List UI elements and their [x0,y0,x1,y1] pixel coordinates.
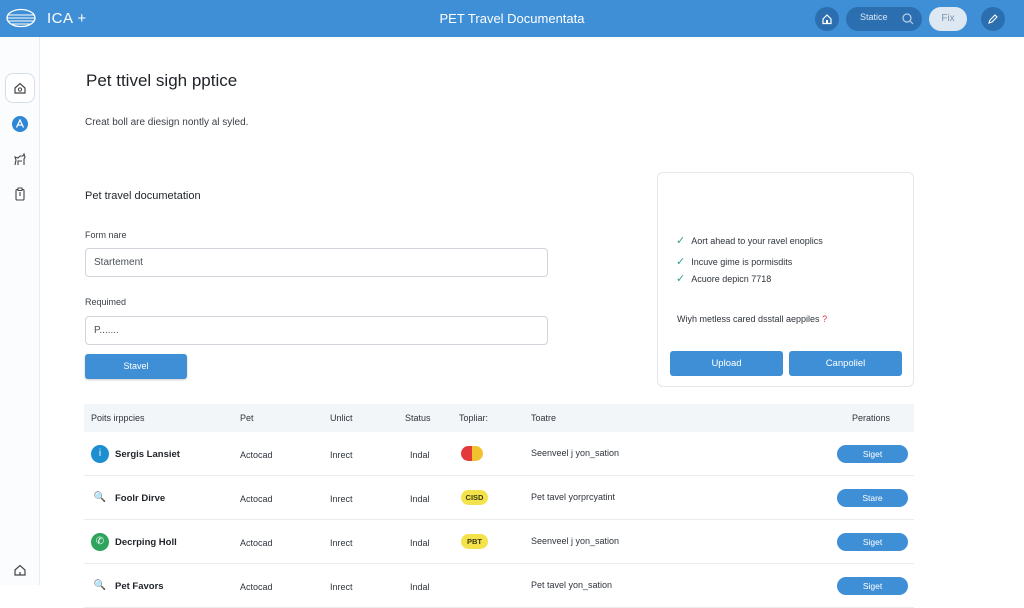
column-header[interactable]: Perations [852,413,890,423]
panel-question-text: Wiyh metless cared dsstall aeppiles [677,314,820,324]
sidebar [0,37,40,585]
cell-name: Foolr Dirve [115,493,166,504]
row-action-button[interactable]: Siget [837,445,908,463]
home-icon [822,14,832,25]
checklist-item-label: Aort ahead to your ravel enoplics [691,235,823,246]
home-button[interactable] [815,7,839,31]
table-header: Poits irppcies Pet Unlict Status Topliar… [84,404,914,432]
status-badge-icon [461,446,483,461]
status-badge: PBT [461,534,488,549]
column-header[interactable]: Pet [240,413,254,423]
cell-toatre: Seenveel j yon_sation [531,536,620,546]
cell-name: Pet Favors [115,581,164,592]
checklist-item-label: Acuore depicn 7718 [691,273,772,284]
cell-status: Indal [410,582,430,592]
column-header[interactable]: Poits irppcies [91,413,145,423]
sidebar-item-pets[interactable] [5,145,35,175]
column-header[interactable]: Toatre [531,413,556,423]
check-icon: ✓ [676,256,686,268]
cell-pet: Actocad [240,450,273,460]
profile-button[interactable] [981,7,1005,31]
cell-toatre: Pet tavel yon_sation [531,580,613,590]
table-row[interactable]: 🔍 Foolr Dirve Actocad Inrect Indal Pet tavel … [84,476,914,520]
row-action-button[interactable]: Siget [837,533,908,551]
sidebar-item-home[interactable] [5,73,35,103]
question-mark-icon: ? [822,314,828,324]
required-label: Requimed [85,297,127,307]
row-avatar-icon: i [91,445,109,463]
status-badge: CISD [461,490,488,505]
cell-status: Indal [410,538,430,548]
cell-pet: Actocad [240,538,273,548]
section-title: Pet travel documetation [85,190,201,202]
cell-status: Indal [410,450,430,460]
cell-name: Decrping Holl [115,537,177,548]
table-row[interactable]: ✆ Decrping Holl Actocad Inrect Indal Seenveel… [84,520,914,564]
cell-name: Sergis Lansiet [115,449,180,460]
home-icon [14,564,26,576]
checklist-panel: ✓ Aort ahead to your ravel enoplics ✓ In… [657,172,914,387]
cell-toatre: Pet tavel yorprcyatint [531,492,616,502]
cell-pet: Actocad [240,582,273,592]
form-name-label: Form nare [85,230,127,240]
home-icon [14,82,26,94]
check-icon: ✓ [676,235,686,247]
search-label: Statice [860,12,888,22]
row-avatar-icon: 🔍 [91,489,109,507]
check-icon: ✓ [676,273,686,285]
table-row[interactable]: i Sergis Lansiet Actocad Inrect Indal Seenvee… [84,432,914,476]
dog-icon [14,152,26,166]
cancel-button[interactable]: Canpoliel [789,351,902,376]
edit-icon [988,14,998,24]
column-header[interactable]: Unlict [330,413,353,423]
row-avatar-icon: ✆ [91,533,109,551]
clipboard-icon [15,187,25,201]
save-button[interactable]: Stavel [85,354,187,379]
cell-unlict: Inrect [330,538,353,548]
table-row[interactable]: 🔍 Pet Favors Actocad Inrect Indal Pet tavel y… [84,564,914,608]
row-avatar-icon: 🔍 [91,577,109,595]
checklist-item: ✓ Acuore depicn 7718 [676,272,771,285]
sidebar-item-profile[interactable] [5,109,35,139]
required-input[interactable]: P....... [85,316,548,345]
top-bar: ICA + PET Travel Documentata Statice Fix [0,0,1024,37]
search-icon [902,13,914,25]
sidebar-item-home-bottom[interactable] [5,555,35,585]
column-header[interactable]: Topliar: [459,413,488,423]
column-header[interactable]: Status [405,413,431,423]
cell-toatre: Seenveel j yon_sation [531,448,620,458]
form-name-input[interactable]: Startement [85,248,548,277]
upload-button[interactable]: Upload [670,351,783,376]
row-action-button[interactable]: Stare [837,489,908,507]
checklist-item: ✓ Aort ahead to your ravel enoplics [676,234,823,247]
cell-unlict: Inrect [330,582,353,592]
sidebar-item-documents[interactable] [5,179,35,209]
cell-unlict: Inrect [330,494,353,504]
checklist-item-label: Incuve gime is pormisdits [691,256,793,267]
page-subtitle: Creat boll are diesign nontly al syled. [85,117,249,128]
cell-pet: Actocad [240,494,273,504]
checklist-item: ✓ Incuve gime is pormisdits [676,255,792,268]
cell-status: Indal [410,494,430,504]
fix-button[interactable]: Fix [929,7,967,31]
search-box[interactable]: Statice [846,7,922,31]
page-title: Pet ttivel sigh pptice [86,71,238,90]
panel-question: Wiyh metless cared dsstall aeppiles ? [677,314,827,324]
row-action-button[interactable]: Siget [837,577,908,595]
cell-unlict: Inrect [330,450,353,460]
profile-icon [12,116,28,132]
